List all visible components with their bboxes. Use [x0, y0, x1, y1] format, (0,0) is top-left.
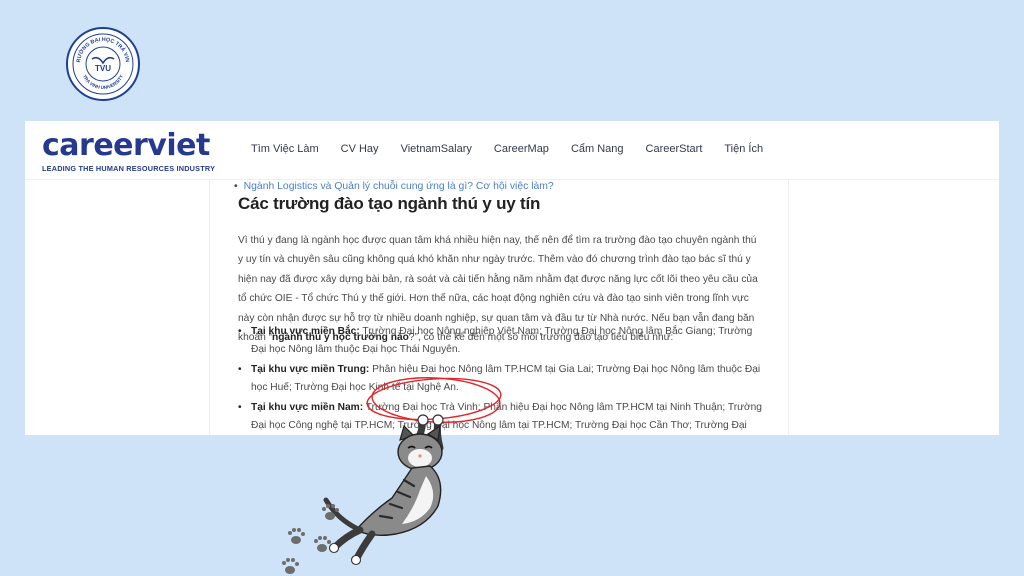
decoration-layer	[282, 377, 502, 574]
cat-illustration	[323, 414, 444, 566]
paw-print-icon	[282, 504, 339, 574]
